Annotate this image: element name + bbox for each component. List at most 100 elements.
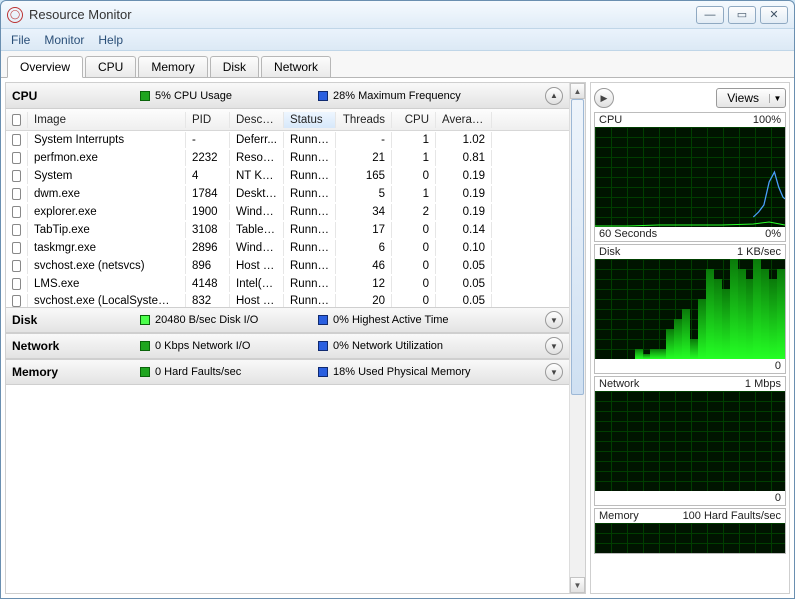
panel-disk-header[interactable]: Disk 20480 B/sec Disk I/O 0% Highest Act… <box>6 307 569 333</box>
col-pid[interactable]: PID <box>186 112 230 128</box>
cell-avg: 0.14 <box>436 222 492 238</box>
memory-used-stat: 18% Used Physical Memory <box>318 366 488 378</box>
col-image[interactable]: Image <box>28 112 186 128</box>
tab-network[interactable]: Network <box>261 56 331 77</box>
col-average[interactable]: Averag... <box>436 112 492 128</box>
scroll-up-button[interactable]: ▲ <box>570 83 585 99</box>
cell-image: TabTip.exe <box>28 222 186 238</box>
panel-memory-title: Memory <box>12 365 132 379</box>
table-row[interactable]: LMS.exe4148Intel(R)...Runni...1200.05 <box>6 275 569 293</box>
cell-threads: 165 <box>336 168 392 184</box>
memory-faults-stat: 0 Hard Faults/sec <box>140 366 310 378</box>
col-status[interactable]: Status <box>284 112 336 128</box>
table-row[interactable]: svchost.exe (LocalSystemNet...832Host Pr… <box>6 294 492 307</box>
tab-memory[interactable]: Memory <box>138 56 207 77</box>
table-row[interactable]: TabTip.exe3108Tablet ...Runni...1700.14 <box>6 221 569 239</box>
chart-cpu: CPU 100% 60 Seconds 0% <box>594 112 786 242</box>
checkbox-all[interactable] <box>12 114 21 126</box>
cell-avg: 1.02 <box>436 132 492 148</box>
panel-memory-header[interactable]: Memory 0 Hard Faults/sec 18% Used Physic… <box>6 359 569 385</box>
blue-square-icon <box>318 367 328 377</box>
cell-desc: Host Pr... <box>230 258 284 274</box>
row-checkbox[interactable] <box>12 260 21 272</box>
views-label: Views <box>717 91 769 105</box>
tab-disk[interactable]: Disk <box>210 56 259 77</box>
content-area: CPU 5% CPU Usage 28% Maximum Frequency ▲ <box>1 77 794 598</box>
table-row[interactable]: svchost.exe (netsvcs)896Host Pr...Runni.… <box>6 257 569 275</box>
chart-network: Network 1 Mbps 0 <box>594 376 786 506</box>
titlebar[interactable]: ◯ Resource Monitor — ▭ ✕ <box>1 1 794 29</box>
cell-cpu: 0 <box>392 222 436 238</box>
views-button[interactable]: Views ▼ <box>716 88 786 108</box>
expand-disk-button[interactable]: ▼ <box>545 311 563 329</box>
blue-square-icon <box>318 341 328 351</box>
row-checkbox[interactable] <box>12 188 21 200</box>
cell-avg: 0.19 <box>436 168 492 184</box>
table-row[interactable]: perfmon.exe2232Resour...Runni...2110.81 <box>6 149 569 167</box>
chart-cpu-title: CPU <box>599 114 622 126</box>
panel-network-header[interactable]: Network 0 Kbps Network I/O 0% Network Ut… <box>6 333 569 359</box>
col-description[interactable]: Descrip... <box>230 112 284 128</box>
green-square-icon <box>140 91 150 101</box>
lightgreen-square-icon <box>140 315 150 325</box>
cell-cpu: 0 <box>392 258 436 274</box>
cell-cpu: 0 <box>392 240 436 256</box>
scroll-down-button[interactable]: ▼ <box>570 577 585 593</box>
window-frame: ◯ Resource Monitor — ▭ ✕ File Monitor He… <box>0 0 795 599</box>
scroll-thumb[interactable] <box>571 99 584 395</box>
maximize-button[interactable]: ▭ <box>728 6 756 24</box>
col-checkbox[interactable] <box>6 112 28 128</box>
chart-disk-area <box>595 259 785 359</box>
row-checkbox[interactable] <box>12 295 21 307</box>
table-row[interactable]: dwm.exe1784Deskto...Runni...510.19 <box>6 185 569 203</box>
table-row[interactable]: System Interrupts-Deferr...Runni...-11.0… <box>6 131 569 149</box>
green-square-icon <box>140 367 150 377</box>
panel-cpu-header[interactable]: CPU 5% CPU Usage 28% Maximum Frequency ▲ <box>6 83 569 109</box>
col-threads[interactable]: Threads <box>336 112 392 128</box>
chart-disk: Disk 1 KB/sec 0 <box>594 244 786 374</box>
cell-pid: 2232 <box>186 150 230 166</box>
cell-image: svchost.exe (netsvcs) <box>28 258 186 274</box>
cell-threads: 46 <box>336 258 392 274</box>
row-checkbox[interactable] <box>12 206 21 218</box>
table-row[interactable]: taskmgr.exe2896Windo...Runni...600.10 <box>6 239 569 257</box>
chart-memory-title: Memory <box>599 510 639 522</box>
cell-status: Runni... <box>284 204 336 220</box>
cell-cpu: 0 <box>392 276 436 292</box>
col-cpu[interactable]: CPU <box>392 112 436 128</box>
cell-desc: Intel(R)... <box>230 276 284 292</box>
menu-file[interactable]: File <box>11 33 30 47</box>
process-table: Image PID Descrip... Status Threads CPU … <box>6 109 569 307</box>
cell-pid: 1900 <box>186 204 230 220</box>
row-checkbox[interactable] <box>12 224 21 236</box>
table-row[interactable]: System4NT Ker...Runni...16500.19 <box>6 167 569 185</box>
left-scrollbar[interactable]: ▲ ▼ <box>569 83 585 593</box>
cell-threads: 21 <box>336 150 392 166</box>
close-button[interactable]: ✕ <box>760 6 788 24</box>
cell-image: perfmon.exe <box>28 150 186 166</box>
collapse-cpu-button[interactable]: ▲ <box>545 87 563 105</box>
scroll-track[interactable] <box>570 99 585 577</box>
hide-charts-button[interactable]: ▶ <box>594 88 614 108</box>
row-checkbox[interactable] <box>12 278 21 290</box>
row-checkbox[interactable] <box>12 152 21 164</box>
expand-network-button[interactable]: ▼ <box>545 337 563 355</box>
cell-status: Runni... <box>284 168 336 184</box>
cell-avg: 0.81 <box>436 150 492 166</box>
cell-image: LMS.exe <box>28 276 186 292</box>
minimize-button[interactable]: — <box>696 6 724 24</box>
cell-image: explorer.exe <box>28 204 186 220</box>
table-row[interactable]: explorer.exe1900Windo...Runni...3420.19 <box>6 203 569 221</box>
row-checkbox[interactable] <box>12 242 21 254</box>
menu-monitor[interactable]: Monitor <box>44 33 84 47</box>
menu-help[interactable]: Help <box>98 33 123 47</box>
row-checkbox[interactable] <box>12 134 21 146</box>
expand-memory-button[interactable]: ▼ <box>545 363 563 381</box>
tab-cpu[interactable]: CPU <box>85 56 136 77</box>
cell-threads: 5 <box>336 186 392 202</box>
blue-square-icon <box>318 91 328 101</box>
tab-overview[interactable]: Overview <box>7 56 83 78</box>
row-checkbox[interactable] <box>12 170 21 182</box>
cell-threads: 6 <box>336 240 392 256</box>
chart-disk-ymin: 0 <box>775 360 781 372</box>
